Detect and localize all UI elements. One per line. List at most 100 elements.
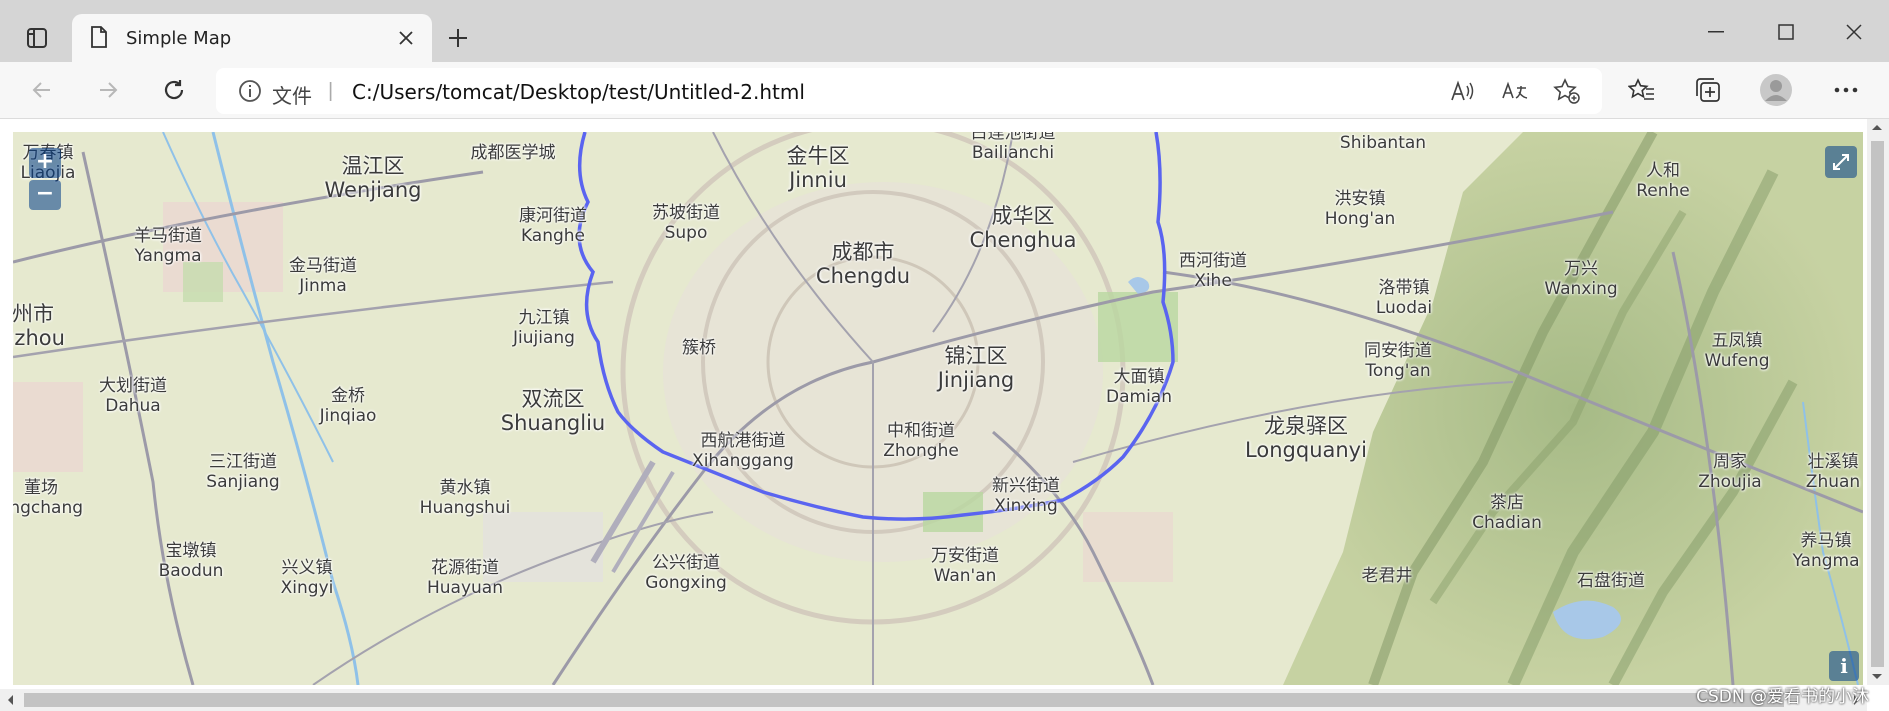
map-label-zh: 五凤镇 [1711,331,1763,351]
map-label: 簇桥 [682,338,716,359]
map-label: 同安街道 Tong'an [1364,341,1432,381]
map-label-en: Kanghe [520,225,586,246]
map-label-en: Longquanyi [1245,438,1367,463]
maximize-icon[interactable] [1758,12,1814,52]
vertical-scrollbar[interactable] [1867,119,1889,685]
map-label-zh: 公兴街道 [652,553,720,573]
map-label-zh: 三江街道 [208,452,277,472]
map-label: 黄水镇 Huangshui [419,478,511,518]
map-label: 大面镇 Damian [1106,367,1172,407]
map-label-zh: 成华区 [991,204,1055,228]
map-label-en: Wan'an [933,565,997,586]
map-canvas[interactable]: 温江区 Wenjiang 成都医学城 金牛区 Jinniu 白莲池街道 Bailianchi… [13,132,1863,685]
back-icon[interactable] [22,70,62,110]
map-label-en: Zhoujia [1698,471,1762,492]
map-label-zh: 老君井 [1361,566,1413,586]
map-label: 九江镇 Jiujiang [513,308,575,348]
map-label-zh: 茶店 [1490,493,1524,513]
map-label: 羊马街道 Yangma [134,226,202,266]
page-viewport: 温江区 Wenjiang 成都医学城 金牛区 Jinniu 白莲池街道 Bailianchi… [0,119,1889,711]
map-label-zh: 兴义镇 [281,558,333,578]
address-bar[interactable]: 文件 | C:/Users/tomcat/Desktop/test/Untitl… [216,68,1602,114]
map-label: 康河街道 Kanghe [519,206,587,246]
more-icon[interactable] [1826,70,1866,110]
scroll-up-icon[interactable] [1871,123,1883,131]
vertical-scroll-thumb[interactable] [1871,141,1884,667]
refresh-icon[interactable] [154,70,194,110]
map-label-en: Huangshui [419,497,511,518]
map-label-zh: 金桥 [331,386,365,406]
address-toolbar: 文件 | C:/Users/tomcat/Desktop/test/Untitl… [0,62,1889,119]
map-label: 成华区 Chenghua [969,204,1076,252]
map-label-en: ongchang [13,497,84,518]
translate-icon[interactable] [1500,76,1530,106]
zoom-control: + − [29,148,61,214]
zoom-out-button[interactable]: − [29,180,61,210]
map-label-en: Xingyi [280,577,334,598]
map-label-zh: 万兴 [1563,259,1598,279]
map-label: 洪安镇 Hong'an [1325,189,1396,229]
map-label-en: Yangma [1792,550,1860,571]
map-label-zh: 西航港街道 [700,431,786,451]
scroll-left-icon[interactable] [6,694,14,706]
address-prefix: 文件 [272,84,312,108]
add-favorite-icon[interactable] [1552,76,1582,106]
map-label-en: Jinqiao [319,405,377,426]
favorites-icon[interactable] [1622,70,1662,110]
map-label-zh: 双流区 [521,387,585,411]
map-label: 成都市 Chengdu [816,240,910,288]
map-label-en: Shibantan [1339,133,1427,153]
map-label-zh: 白莲池街道 [970,132,1056,143]
map-label-zh: 簇桥 [682,338,716,358]
close-icon[interactable] [394,26,418,50]
map-label-zh: 成都医学城 [470,143,556,163]
forward-icon[interactable] [88,70,128,110]
zoom-in-button[interactable]: + [29,148,61,178]
info-icon[interactable] [238,79,262,108]
map-label-en: Supo [664,222,708,243]
map-label-en: Renhe [1636,180,1690,201]
page-icon [90,26,108,53]
map-label-en: Huayuan [426,577,504,598]
map-label-zh: 康河街道 [519,206,587,226]
map-label: 周家 Zhoujia [1698,452,1762,492]
collections-icon[interactable] [1688,70,1728,110]
map-label-en: Gongxing [645,572,727,593]
map-label-en: Damian [1106,386,1172,407]
attribution-info-button[interactable]: i [1829,651,1859,681]
map-label: 万安街道 Wan'an [931,546,999,586]
map-label-en: Zhonghe [883,440,959,461]
profile-icon[interactable] [1756,70,1796,110]
close-window-icon[interactable] [1826,12,1882,52]
map-label-en: Zhuan [1805,471,1861,492]
map-label-zh: 洛带镇 [1378,278,1430,298]
map-label-zh: 金牛区 [786,144,850,168]
map-label-zh: 九江镇 [518,308,570,328]
horizontal-scrollbar[interactable] [0,689,1867,711]
map-label-zh: 龙泉驿区 [1264,414,1348,438]
map-label-zh: 同安街道 [1364,341,1432,361]
map-label-zh: 董场 [23,478,58,498]
horizontal-scroll-thumb[interactable] [24,693,1784,707]
browser-tab[interactable]: Simple Map [72,14,432,62]
map-basemap [13,132,1863,685]
map-label: 老君井 [1361,566,1413,587]
fullscreen-icon[interactable] [1825,146,1857,178]
plus-icon[interactable] [440,20,476,56]
map-label-en: Dahua [105,395,161,416]
tab-actions-icon[interactable] [14,18,60,58]
scroll-down-icon[interactable] [1871,673,1883,681]
url-text[interactable]: C:/Users/tomcat/Desktop/test/Untitled-2.… [352,80,805,104]
map-label-en: Bailianchi [971,142,1055,163]
map-label: 兴义镇 Xingyi [280,558,334,598]
map-label-en: Jiujiang [513,327,575,348]
title-bar: Simple Map [0,0,1889,62]
map-label: 金桥 Jinqiao [319,386,377,426]
map-label: 龙泉驿区 Longquanyi [1245,414,1367,462]
map-label-zh: 周家 [1713,452,1747,472]
map-label: Shibantan [1339,133,1427,154]
map-label: 西河街道 Xihe [1179,251,1247,291]
read-aloud-icon[interactable] [1448,76,1478,106]
map-label-en: gzhou [13,326,65,351]
minimize-icon[interactable] [1688,12,1744,52]
